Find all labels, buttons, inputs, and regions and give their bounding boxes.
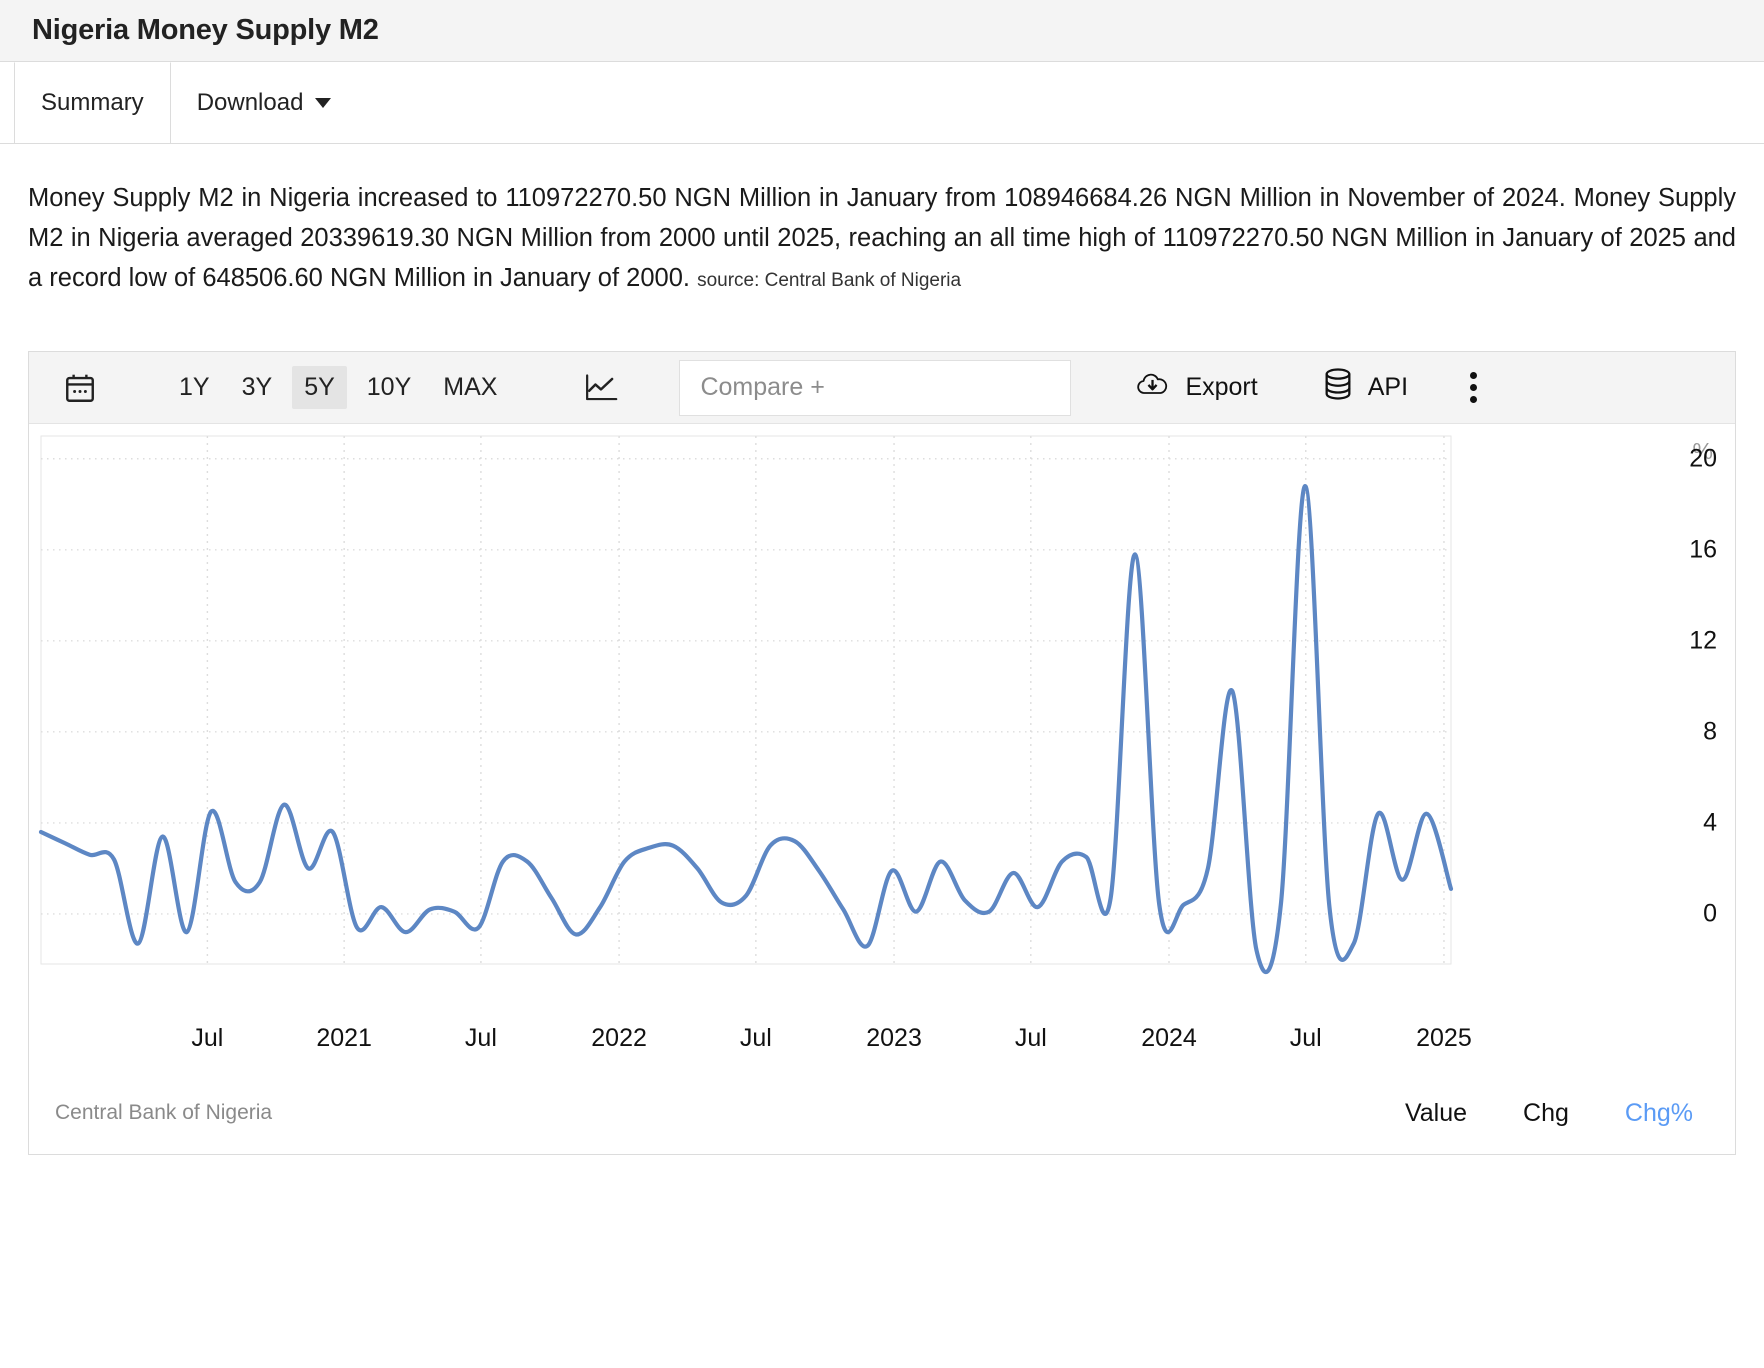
x-tick-jul-4: Jul (739, 1024, 772, 1052)
chevron-down-icon (315, 97, 332, 108)
y-tick-20: 20 (1689, 444, 1717, 473)
x-tick-2022-3: 2022 (591, 1024, 647, 1052)
y-axis-labels: 20 16 12 8 4 0 (1657, 424, 1717, 1072)
tab-download-label: Download (196, 88, 304, 116)
summary-paragraph: Money Supply M2 in Nigeria increased to … (28, 178, 1736, 301)
title-bar: Nigeria Money Supply M2 (0, 0, 1764, 62)
range-3y[interactable]: 3Y (230, 366, 285, 409)
export-button[interactable]: Export (1135, 369, 1258, 406)
x-tick-jul-8: Jul (1289, 1024, 1322, 1052)
x-tick-2021-1: 2021 (316, 1024, 372, 1052)
chart-plot-area: % 20 16 12 8 4 0 Jul 2021 Jul 2022 Jul 2023 Jul 2024… (29, 424, 1735, 1072)
cloud-download-icon (1135, 369, 1171, 406)
api-label: API (1367, 373, 1409, 401)
line-chart-icon[interactable] (583, 371, 619, 405)
x-axis-labels: Jul 2021 Jul 2022 Jul 2023 Jul 2024 Jul 2025 (29, 1018, 1735, 1072)
x-tick-2024-7: 2024 (1141, 1024, 1197, 1052)
range-5y[interactable]: 5Y (292, 366, 347, 409)
y-tick-12: 12 (1689, 626, 1717, 655)
tab-summary-label: Summary (41, 89, 144, 116)
y-tick-4: 4 (1703, 808, 1717, 837)
tab-bar: Summary Download (0, 62, 1764, 144)
series-selector: Value Chg Chg% (1405, 1099, 1709, 1128)
range-selector: 1Y 3Y 5Y 10Y MAX (167, 366, 509, 409)
tab-download[interactable]: Download (170, 62, 358, 143)
range-max[interactable]: MAX (431, 366, 509, 409)
x-tick-jul-0: Jul (191, 1024, 224, 1052)
chart-toolbar: 1Y 3Y 5Y 10Y MAX Compare + Export API (29, 352, 1735, 424)
series-tab-chg[interactable]: Chg (1523, 1099, 1569, 1128)
chart-source-note: Central Bank of Nigeria (55, 1101, 273, 1124)
x-tick-2023-5: 2023 (866, 1024, 922, 1052)
x-tick-jul-2: Jul (464, 1024, 497, 1052)
series-tab-value[interactable]: Value (1405, 1099, 1467, 1128)
compare-input[interactable]: Compare + (679, 359, 1072, 416)
summary-source: source: Central Bank of Nigeria (697, 270, 962, 291)
kebab-menu-icon[interactable] (1470, 372, 1478, 403)
chart-svg (38, 435, 1454, 974)
y-tick-8: 8 (1703, 717, 1717, 746)
tab-summary[interactable]: Summary (14, 62, 171, 143)
x-tick-2025-9: 2025 (1416, 1024, 1472, 1052)
y-tick-0: 0 (1703, 899, 1717, 928)
x-tick-jul-6: Jul (1014, 1024, 1047, 1052)
compare-placeholder: Compare + (700, 373, 825, 401)
page-title: Nigeria Money Supply M2 (32, 14, 379, 46)
chart-footer: Central Bank of Nigeria Value Chg Chg% (29, 1072, 1735, 1154)
range-10y[interactable]: 10Y (355, 366, 423, 409)
chart-card: 1Y 3Y 5Y 10Y MAX Compare + Export API % … (28, 351, 1736, 1155)
database-icon (1322, 367, 1354, 408)
range-1y[interactable]: 1Y (167, 366, 222, 409)
api-button[interactable]: API (1322, 367, 1408, 408)
page-root: Nigeria Money Supply M2 Summary Download… (0, 0, 1764, 1368)
y-tick-16: 16 (1689, 535, 1717, 564)
series-tab-chgpct[interactable]: Chg% (1625, 1099, 1693, 1128)
export-label: Export (1185, 373, 1258, 401)
calendar-icon[interactable] (63, 371, 97, 405)
